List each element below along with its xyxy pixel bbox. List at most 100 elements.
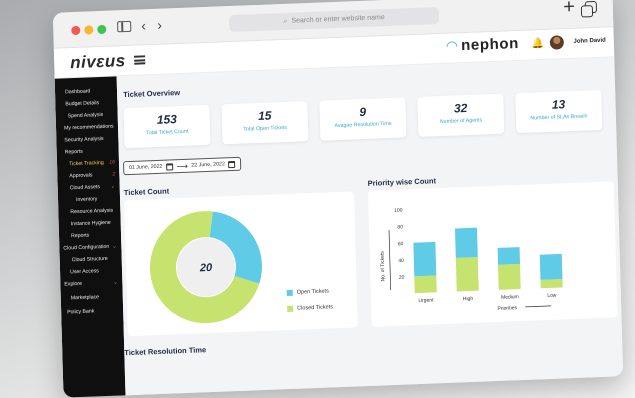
close-window-button[interactable]: [71, 25, 81, 36]
sidebar-toggle-icon[interactable]: [117, 20, 132, 33]
bar-closed-low[interactable]: [540, 279, 563, 289]
sidebar: Dashboard Budget Details Spend Analysis …: [54, 76, 126, 398]
sidebar-item-label: Cloud Assets: [69, 184, 101, 192]
bar-closed-medium[interactable]: [498, 263, 521, 290]
calendar-icon[interactable]: [165, 162, 174, 171]
ticket-resolution-title: Ticket Resolution Time: [124, 345, 207, 358]
card-value: 15: [257, 108, 272, 124]
bar-closed-high[interactable]: [455, 257, 479, 292]
start-date: 01 June, 2022: [128, 163, 163, 172]
maximize-window-button[interactable]: [97, 24, 107, 35]
notification-bell-icon[interactable]: 🔔: [531, 38, 544, 49]
legend-swatch-closed: [287, 305, 294, 313]
y-tick-label: 100: [394, 208, 403, 214]
chevron-down-icon: ⌄: [110, 183, 115, 190]
nephon-logo-icon: ◠: [445, 37, 459, 54]
x-tick-label: Medium: [501, 294, 519, 301]
bar-open-urgent[interactable]: [413, 241, 437, 277]
approvals-badge: 2: [112, 171, 116, 178]
sidebar-item-label: Cloud Configuration: [63, 243, 110, 252]
sidebar-item-label: Inventory: [75, 196, 98, 204]
donut-center-label: 20: [199, 262, 213, 275]
total-ticket-count-card[interactable]: 153 Total Ticket Count: [123, 104, 211, 149]
sidebar-item-label: Budget Details: [65, 100, 100, 108]
priority-count-panel: 20 40 60 80 100 No. of Tickets Urgent High Mediu…: [367, 181, 618, 327]
average-resolution-time-card[interactable]: 9 Avagae Resolution Time: [319, 97, 407, 141]
priority-count-title: Priority wise Count: [367, 176, 437, 188]
nephon-brand: ◠ nephon: [446, 35, 519, 55]
ticket-count-panel: 20 Open Tickets Closed Tickets: [124, 191, 358, 337]
arrow-right-icon: ⟶: [176, 161, 188, 171]
x-tick-label: Low: [547, 293, 557, 299]
sidebar-item-label: Policy Bank: [67, 308, 95, 316]
hamburger-menu-icon[interactable]: [134, 55, 146, 65]
address-bar[interactable]: ⌕ Search or enter website name: [228, 7, 440, 33]
card-value: 32: [453, 100, 468, 116]
sidebar-item-label: My recommendations: [63, 123, 114, 132]
end-date: 22 June, 2022: [191, 161, 225, 169]
y-axis-arrow: [388, 230, 392, 291]
x-tick-label: Urgent: [418, 297, 434, 304]
card-label: Number of SLAs Breach: [530, 113, 588, 122]
sidebar-item-explore[interactable]: Explore ⌄: [60, 276, 122, 290]
y-tick-label: 80: [397, 224, 403, 230]
user-name[interactable]: John David: [573, 38, 605, 45]
sidebar-item-label: Marketplace: [70, 294, 100, 302]
bar-closed-urgent[interactable]: [414, 275, 437, 294]
sidebar-item-label: Explore: [64, 280, 83, 288]
sidebar-item-label: Reports: [64, 148, 83, 156]
sidebar-item-label: Ticket Tracking: [68, 159, 104, 168]
chevron-down-icon: ⌄: [113, 279, 118, 286]
calendar-icon[interactable]: [228, 160, 236, 168]
bar-open-high[interactable]: [454, 227, 478, 258]
browser-window: ‹ › ⌕ Search or enter website name + niv…: [52, 0, 624, 398]
x-axis-label: Priorities: [497, 305, 517, 312]
bar-open-low[interactable]: [539, 253, 563, 280]
y-axis-label: No. of Tickets: [380, 251, 387, 282]
number-of-agents-card[interactable]: 32 Number of Agents: [417, 93, 505, 137]
sidebar-item-label: Spend Analysis: [67, 111, 104, 120]
legend-swatch-open: [286, 289, 293, 297]
sidebar-item-label: Reports: [70, 232, 90, 240]
forward-button[interactable]: ›: [157, 17, 162, 33]
chevron-down-icon: ⌄: [112, 243, 117, 250]
card-value: 153: [156, 112, 178, 127]
sidebar-item-label: Cloud Structure: [71, 255, 108, 264]
ticket-tracking-badge: 16: [109, 159, 116, 166]
back-button[interactable]: ‹: [141, 17, 146, 33]
sidebar-item-label: Dashboard: [64, 88, 91, 96]
y-tick-label: 20: [399, 275, 405, 281]
card-value: 9: [359, 104, 367, 120]
total-open-tickets-card[interactable]: 15 Total Open Tickets: [221, 101, 309, 145]
bar-open-medium[interactable]: [497, 247, 521, 265]
priority-bar-chart: 20 40 60 80 100 No. of Tickets Urgent High Mediu…: [380, 208, 563, 312]
ticket-count-donut-chart: 20: [150, 211, 262, 324]
y-tick-label: 60: [398, 241, 404, 247]
date-range-picker[interactable]: 01 June, 2022 ⟶ 22 June, 2022: [122, 156, 242, 176]
ticket-overview-title: Ticket Overview: [123, 87, 181, 100]
sla-breach-card[interactable]: 13 Number of SLAs Breach: [515, 89, 603, 134]
address-placeholder: Search or enter website name: [291, 14, 385, 25]
ticket-count-title: Ticket Count: [123, 186, 170, 198]
legend-label: Closed Tickets: [297, 304, 333, 312]
scene: ‹ › ⌕ Search or enter website name + niv…: [0, 0, 635, 398]
legend-open-tickets: Open Tickets: [286, 288, 329, 297]
y-tick-label: 40: [398, 258, 404, 264]
sidebar-item-label: User Access: [69, 268, 99, 276]
tab-overview-icon[interactable]: [584, 0, 598, 14]
brand-name: nephon: [460, 34, 520, 55]
nivεus-logo[interactable]: nivεus: [70, 51, 126, 73]
card-label: Total Open Tickets: [243, 124, 287, 133]
card-value: 13: [551, 97, 566, 112]
card-label: Number of Agents: [439, 117, 483, 126]
sidebar-item-policy-bank[interactable]: Policy Bank: [61, 304, 123, 318]
avatar[interactable]: [549, 35, 565, 50]
minimize-window-button[interactable]: [84, 25, 94, 35]
main-content: Ticket Overview 153 Total Ticket Count 1…: [116, 57, 624, 397]
card-label: Avagae Resolution Time: [334, 120, 392, 130]
sidebar-item-label: Security Analysis: [64, 135, 104, 144]
legend-label: Open Tickets: [296, 288, 329, 296]
new-tab-button[interactable]: +: [563, 0, 575, 18]
x-tick-label: High: [463, 296, 474, 302]
sidebar-item-marketplace[interactable]: Marketplace: [61, 290, 123, 304]
